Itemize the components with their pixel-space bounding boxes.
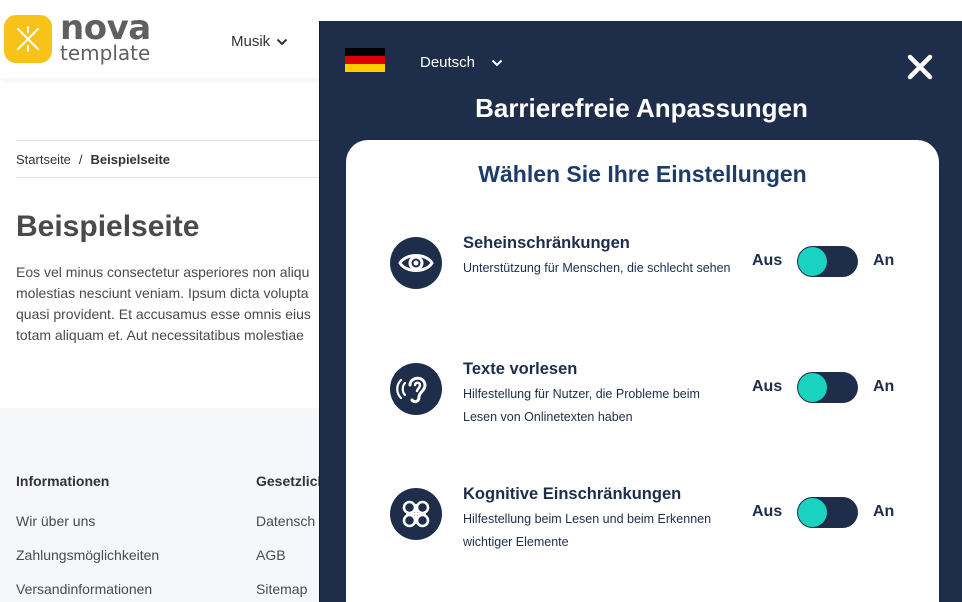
footer-column-gesetzlich: Gesetzlich Datensch AGB Sitemap bbox=[256, 473, 326, 602]
option-description: Hilfestellung für Nutzer, die Probleme b… bbox=[463, 387, 700, 424]
body-line: Eos vel minus consectetur asperiores non… bbox=[16, 264, 310, 280]
breadcrumb-home[interactable]: Startseite bbox=[16, 152, 71, 167]
on-label: An bbox=[873, 503, 895, 520]
page-title: Beispielseite bbox=[16, 210, 200, 243]
footer-link-agb[interactable]: AGB bbox=[256, 547, 326, 563]
footer-heading: Gesetzlich bbox=[256, 473, 327, 489]
language-select[interactable]: Deutsch bbox=[420, 54, 503, 71]
eye-icon bbox=[390, 237, 442, 289]
texte-vorlesen-toggle[interactable] bbox=[797, 372, 858, 403]
on-label: An bbox=[873, 252, 895, 269]
option-seheinschraenkungen: Seheinschränkungen Unterstützung für Men… bbox=[390, 234, 910, 307]
breadcrumb-current: Beispielseite bbox=[90, 151, 171, 167]
footer-column-informationen: Informationen Wir über uns Zahlungsmögli… bbox=[16, 473, 159, 602]
seheinschraenkungen-toggle[interactable] bbox=[797, 246, 858, 277]
option-description: Hilfestellung beim Lesen und beim Erkenn… bbox=[463, 512, 712, 549]
kognitive-einschraenkungen-toggle[interactable] bbox=[797, 497, 858, 528]
option-title: Seheinschränkungen bbox=[463, 234, 630, 252]
option-title: Kognitive Einschränkungen bbox=[463, 485, 682, 503]
on-label: An bbox=[873, 378, 895, 395]
close-icon[interactable] bbox=[906, 53, 934, 81]
site-logo[interactable]: nova template bbox=[4, 11, 151, 65]
language-label: Deutsch bbox=[420, 54, 476, 71]
page-body-text: Eos vel minus consectetur asperiores non… bbox=[16, 262, 326, 346]
panel-title: Barrierefreie Anpassungen bbox=[475, 93, 808, 123]
off-label: Aus bbox=[752, 252, 783, 269]
option-title: Texte vorlesen bbox=[463, 360, 578, 378]
cognitive-icon bbox=[390, 488, 442, 540]
body-line: quasi provident. Et accusamus esse omnis… bbox=[16, 306, 311, 322]
toggle-knob bbox=[798, 498, 827, 527]
footer-heading: Informationen bbox=[16, 473, 110, 489]
nav-item-musik[interactable]: Musik bbox=[231, 33, 288, 50]
breadcrumb: Startseite / Beispielseite bbox=[16, 140, 336, 178]
nav-item-label: Musik bbox=[231, 33, 271, 50]
off-label: Aus bbox=[752, 378, 783, 395]
card-title: Wählen Sie Ihre Einstellungen bbox=[478, 161, 807, 187]
chevron-down-icon bbox=[491, 59, 503, 66]
footer-link-sitemap[interactable]: Sitemap bbox=[256, 581, 326, 597]
breadcrumb-separator: / bbox=[78, 151, 83, 167]
ear-icon bbox=[390, 363, 442, 415]
german-flag-icon[interactable] bbox=[345, 48, 385, 72]
footer-link-zahlung[interactable]: Zahlungsmöglichkeiten bbox=[16, 547, 159, 563]
footer-link-ueber-uns[interactable]: Wir über uns bbox=[16, 513, 159, 529]
logo-subtitle: template bbox=[60, 41, 151, 65]
body-line: molestias nesciunt veniam. Ipsum dicta v… bbox=[16, 285, 309, 301]
chevron-down-icon bbox=[276, 38, 288, 45]
option-kognitive-einschraenkungen: Kognitive Einschränkungen Hilfestellung … bbox=[390, 485, 910, 558]
option-description: Unterstützung für Menschen, die schlecht… bbox=[463, 261, 731, 275]
body-line: totam aliquam et. Aut necessitatibus mol… bbox=[16, 327, 304, 343]
logo-word: nova bbox=[60, 8, 151, 48]
footer-link-datenschutz[interactable]: Datensch bbox=[256, 513, 326, 529]
toggle-knob bbox=[798, 247, 827, 276]
footer-link-versand[interactable]: Versandinformationen bbox=[16, 581, 159, 597]
logo-badge-icon bbox=[4, 15, 52, 63]
option-texte-vorlesen: Texte vorlesen Hilfestellung für Nutzer,… bbox=[390, 360, 910, 433]
toggle-knob bbox=[798, 373, 827, 402]
off-label: Aus bbox=[752, 503, 783, 520]
settings-card: Wählen Sie Ihre Einstellungen Seheinschr… bbox=[346, 140, 939, 602]
accessibility-panel: Deutsch Barrierefreie Anpassungen Wählen… bbox=[319, 21, 962, 602]
